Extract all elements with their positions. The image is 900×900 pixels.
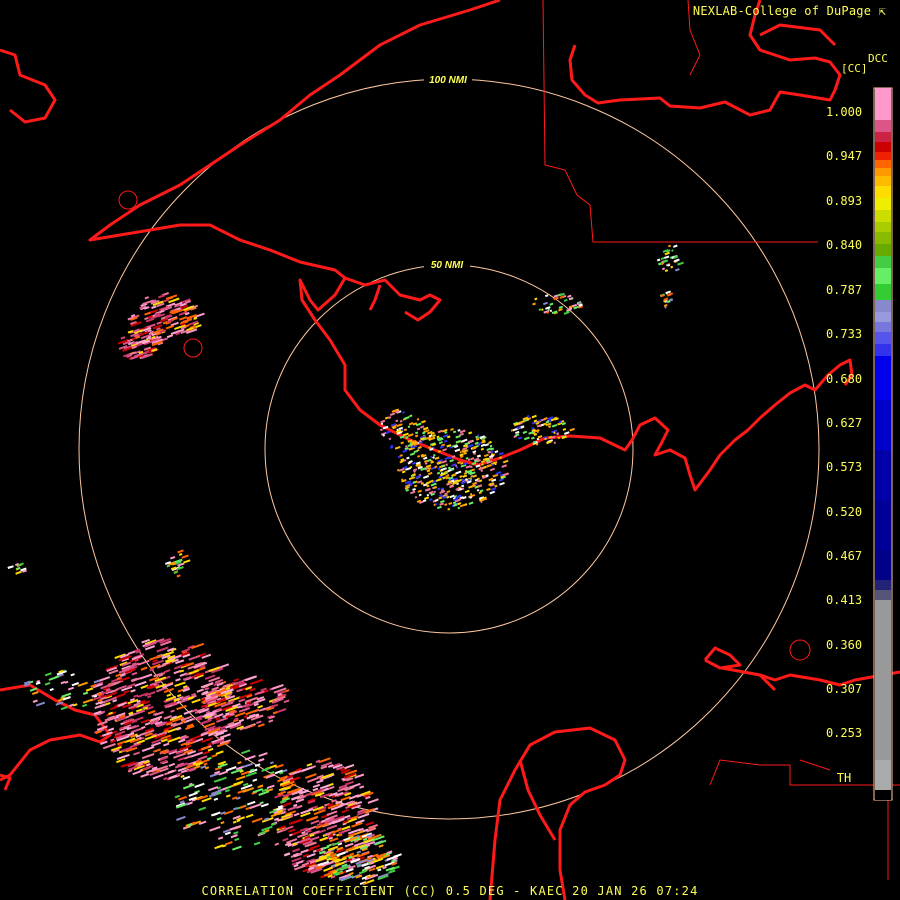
- colorbar-label: 1.000: [825, 105, 863, 119]
- colorbar-label: 0.893: [825, 194, 863, 208]
- colorbar-swatch: [875, 244, 891, 256]
- radar-echoes: [7, 244, 684, 886]
- colorbar-label: 0.840: [825, 238, 863, 252]
- range-ring-label-50: 50 NMI: [431, 260, 463, 271]
- colorbar-label: 0.413: [825, 593, 863, 607]
- colorbar-swatch: [875, 356, 891, 400]
- product-code: DCC: [868, 52, 888, 65]
- colorbar-swatch: [875, 312, 891, 322]
- colorbar-swatch: [875, 760, 891, 790]
- range-ring-100: [78, 78, 820, 820]
- colorbar-swatch: [875, 344, 891, 356]
- colorbar-swatch: [875, 284, 891, 300]
- colorbar-swatch: [875, 210, 891, 222]
- colorbar-swatch: [875, 790, 891, 800]
- colorbar-label: 0.360: [825, 638, 863, 652]
- colorbar-swatch: [875, 198, 891, 210]
- colorbar-swatch: [875, 322, 891, 332]
- colorbar-swatch: [875, 232, 891, 244]
- colorbar-swatch: [875, 332, 891, 344]
- colorbar-swatch: [875, 256, 891, 268]
- colorbar: [873, 87, 893, 801]
- radar-map: 50 NMI 100 NMI: [0, 0, 900, 900]
- colorbar-swatch: [875, 500, 891, 550]
- colorbar-swatch: [875, 186, 891, 198]
- colorbar-swatch: [875, 450, 891, 500]
- colorbar-swatch: [875, 400, 891, 450]
- colorbar-swatch: [875, 88, 891, 120]
- colorbar-swatch: [875, 600, 891, 760]
- colorbar-label: 0.947: [825, 149, 863, 163]
- colorbar-swatch: [875, 268, 891, 284]
- colorbar-label: 0.307: [825, 682, 863, 696]
- colorbar-swatch: [875, 222, 891, 232]
- range-ring-50: [264, 264, 634, 634]
- colorbar-swatch: [875, 160, 891, 168]
- colorbar-swatch: [875, 300, 891, 312]
- colorbar-label: 0.467: [825, 549, 863, 563]
- range-ring-label-100: 100 NMI: [429, 75, 467, 86]
- colorbar-swatch: [875, 580, 891, 590]
- colorbar-swatch: [875, 142, 891, 152]
- product-title: CORRELATION COEFFICIENT (CC) 0.5 DEG - K…: [201, 884, 699, 898]
- colorbar-label: 0.573: [825, 460, 863, 474]
- colorbar-swatch: [875, 590, 891, 600]
- colorbar-swatch: [875, 168, 891, 176]
- colorbar-swatch: [875, 176, 891, 186]
- colorbar-swatch: [875, 132, 891, 142]
- colorbar-swatch: [875, 120, 891, 132]
- colorbar-swatch: [875, 152, 891, 160]
- colorbar-label: 0.787: [825, 283, 863, 297]
- colorbar-labels: 1.000 0.947 0.893 0.840 0.787 0.733 0.68…: [818, 0, 870, 900]
- colorbar-label: TH: [836, 771, 852, 785]
- colorbar-label: 0.253: [825, 726, 863, 740]
- colorbar-label: 0.520: [825, 505, 863, 519]
- colorbar-label: 0.627: [825, 416, 863, 430]
- colorbar-label: 0.733: [825, 327, 863, 341]
- logo-icon: ⇱: [878, 4, 886, 18]
- colorbar-label: 0.680: [825, 372, 863, 386]
- colorbar-swatch: [875, 550, 891, 580]
